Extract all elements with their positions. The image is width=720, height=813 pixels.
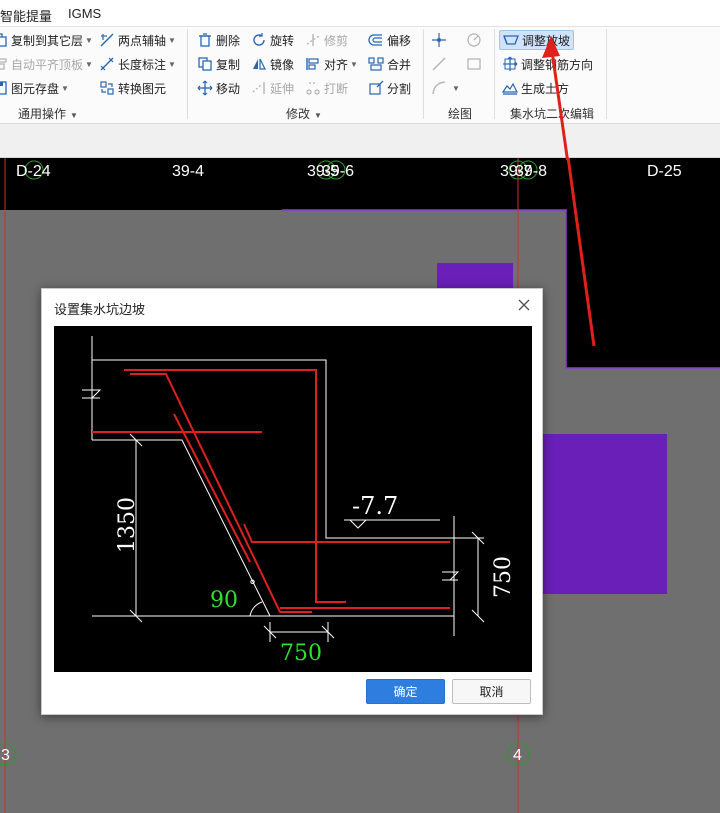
black-region xyxy=(566,210,720,368)
set-sump-slope-dialog: 设置集水坑边坡 1350 -7.7 750 90 ° 750 确定 取消 xyxy=(41,288,543,715)
axis-number: 3 xyxy=(1,747,10,764)
axis-label: D-24 xyxy=(16,163,51,180)
slope-angle-value: 90 xyxy=(210,588,238,613)
slope-preview: 1350 -7.7 750 90 ° 750 xyxy=(54,326,532,672)
slope-section-drawing: 1350 -7.7 750 90 ° 750 xyxy=(82,336,516,666)
axis-label: 39-8 xyxy=(515,163,547,180)
sump-element[interactable] xyxy=(537,434,667,594)
axis-label: 39-6 xyxy=(322,163,354,180)
close-icon[interactable] xyxy=(516,297,532,313)
axis-label: D-25 xyxy=(647,163,682,180)
axis-label: 39-4 xyxy=(172,163,204,180)
axis-band xyxy=(0,158,720,210)
cancel-button[interactable]: 取消 xyxy=(452,679,531,704)
elevation-value: -7.7 xyxy=(352,492,398,520)
angle-degree-symbol: ° xyxy=(249,578,256,594)
dialog-title: 设置集水坑边坡 xyxy=(54,302,146,317)
ok-button[interactable]: 确定 xyxy=(366,679,445,704)
dimension-height-right: 750 xyxy=(491,556,516,598)
axis-number: 4 xyxy=(513,747,522,764)
dimension-height-left: 1350 xyxy=(115,497,140,553)
slope-width-value: 750 xyxy=(280,641,322,666)
annotation-arrow-head xyxy=(542,36,570,160)
